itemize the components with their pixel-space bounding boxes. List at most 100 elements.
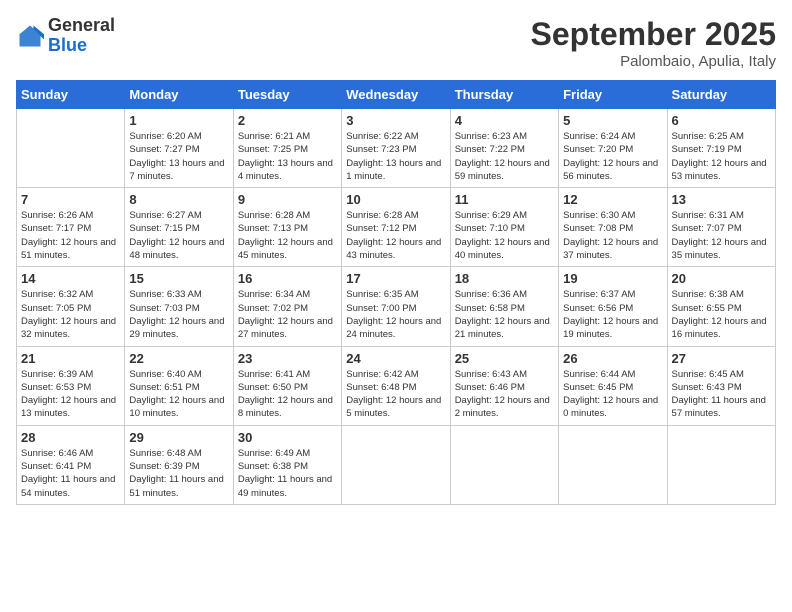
calendar-week-row: 21Sunrise: 6:39 AM Sunset: 6:53 PM Dayli… <box>17 346 776 425</box>
day-number: 25 <box>455 351 554 366</box>
day-info: Sunrise: 6:24 AM Sunset: 7:20 PM Dayligh… <box>563 130 662 183</box>
day-number: 4 <box>455 113 554 128</box>
calendar-cell <box>342 425 450 504</box>
calendar-cell: 29 Sunrise: 6:48 AM Sunset: 6:39 PM Dayli… <box>125 425 233 504</box>
calendar-cell: 11 Sunrise: 6:29 AM Sunset: 7:10 PM Dayli… <box>450 188 558 267</box>
day-info: Sunrise: 6:34 AM Sunset: 7:02 PM Dayligh… <box>238 288 337 341</box>
header: General Blue September 2025 Palombaio, A… <box>16 16 776 70</box>
calendar-cell: 15 Sunrise: 6:33 AM Sunset: 7:03 PM Dayli… <box>125 267 233 346</box>
location-subtitle: Palombaio, Apulia, Italy <box>531 53 776 70</box>
day-number: 19 <box>563 271 662 286</box>
page-container: General Blue September 2025 Palombaio, A… <box>0 0 792 513</box>
col-wednesday: Wednesday <box>342 81 450 109</box>
calendar-cell: 5 Sunrise: 6:24 AM Sunset: 7:20 PM Daylig… <box>559 109 667 188</box>
calendar-cell: 30 Sunrise: 6:49 AM Sunset: 6:38 PM Dayli… <box>233 425 341 504</box>
calendar-cell: 13Sunrise: 6:31 AM Sunset: 7:07 PM Dayli… <box>667 188 775 267</box>
day-info: Sunrise: 6:25 AM Sunset: 7:19 PM Dayligh… <box>672 130 771 183</box>
day-number: 7 <box>21 192 120 207</box>
day-info: Sunrise: 6:41 AM Sunset: 6:50 PM Dayligh… <box>238 368 337 421</box>
day-info: Sunrise: 6:23 AM Sunset: 7:22 PM Dayligh… <box>455 130 554 183</box>
day-info: Sunrise: 6:33 AM Sunset: 7:03 PM Dayligh… <box>129 288 228 341</box>
day-info: Sunrise: 6:29 AM Sunset: 7:10 PM Dayligh… <box>455 209 554 262</box>
day-info: Sunrise: 6:35 AM Sunset: 7:00 PM Dayligh… <box>346 288 445 341</box>
day-number: 8 <box>129 192 228 207</box>
calendar-header-row: Sunday Monday Tuesday Wednesday Thursday… <box>17 81 776 109</box>
calendar-cell: 21Sunrise: 6:39 AM Sunset: 6:53 PM Dayli… <box>17 346 125 425</box>
day-number: 18 <box>455 271 554 286</box>
calendar-cell: 17 Sunrise: 6:35 AM Sunset: 7:00 PM Dayli… <box>342 267 450 346</box>
calendar-table: Sunday Monday Tuesday Wednesday Thursday… <box>16 80 776 505</box>
calendar-cell <box>17 109 125 188</box>
calendar-cell: 8Sunrise: 6:27 AM Sunset: 7:15 PM Daylig… <box>125 188 233 267</box>
day-info: Sunrise: 6:45 AM Sunset: 6:43 PM Dayligh… <box>672 368 771 421</box>
day-info: Sunrise: 6:38 AM Sunset: 6:55 PM Dayligh… <box>672 288 771 341</box>
day-number: 12 <box>563 192 662 207</box>
calendar-cell: 28 Sunrise: 6:46 AM Sunset: 6:41 PM Dayli… <box>17 425 125 504</box>
day-number: 6 <box>672 113 771 128</box>
calendar-cell: 7Sunrise: 6:26 AM Sunset: 7:17 PM Daylig… <box>17 188 125 267</box>
day-info: Sunrise: 6:40 AM Sunset: 6:51 PM Dayligh… <box>129 368 228 421</box>
day-info: Sunrise: 6:43 AM Sunset: 6:46 PM Dayligh… <box>455 368 554 421</box>
day-number: 28 <box>21 430 120 445</box>
day-info: Sunrise: 6:42 AM Sunset: 6:48 PM Dayligh… <box>346 368 445 421</box>
day-number: 27 <box>672 351 771 366</box>
day-number: 15 <box>129 271 228 286</box>
calendar-cell: 22 Sunrise: 6:40 AM Sunset: 6:51 PM Dayli… <box>125 346 233 425</box>
day-info: Sunrise: 6:44 AM Sunset: 6:45 PM Dayligh… <box>563 368 662 421</box>
calendar-cell: 27 Sunrise: 6:45 AM Sunset: 6:43 PM Dayli… <box>667 346 775 425</box>
day-number: 3 <box>346 113 445 128</box>
day-info: Sunrise: 6:30 AM Sunset: 7:08 PM Dayligh… <box>563 209 662 262</box>
day-number: 17 <box>346 271 445 286</box>
col-sunday: Sunday <box>17 81 125 109</box>
day-number: 16 <box>238 271 337 286</box>
col-saturday: Saturday <box>667 81 775 109</box>
col-monday: Monday <box>125 81 233 109</box>
day-number: 20 <box>672 271 771 286</box>
col-thursday: Thursday <box>450 81 558 109</box>
day-number: 1 <box>129 113 228 128</box>
logo: General Blue <box>16 16 115 56</box>
calendar-cell: 6 Sunrise: 6:25 AM Sunset: 7:19 PM Daylig… <box>667 109 775 188</box>
day-info: Sunrise: 6:48 AM Sunset: 6:39 PM Dayligh… <box>129 447 228 500</box>
calendar-cell: 19Sunrise: 6:37 AM Sunset: 6:56 PM Dayli… <box>559 267 667 346</box>
calendar-cell: 20 Sunrise: 6:38 AM Sunset: 6:55 PM Dayli… <box>667 267 775 346</box>
calendar-cell: 1 Sunrise: 6:20 AM Sunset: 7:27 PM Daylig… <box>125 109 233 188</box>
day-number: 11 <box>455 192 554 207</box>
day-info: Sunrise: 6:36 AM Sunset: 6:58 PM Dayligh… <box>455 288 554 341</box>
day-number: 22 <box>129 351 228 366</box>
calendar-cell: 14Sunrise: 6:32 AM Sunset: 7:05 PM Dayli… <box>17 267 125 346</box>
calendar-cell: 4 Sunrise: 6:23 AM Sunset: 7:22 PM Daylig… <box>450 109 558 188</box>
calendar-cell: 2 Sunrise: 6:21 AM Sunset: 7:25 PM Daylig… <box>233 109 341 188</box>
calendar-cell: 24 Sunrise: 6:42 AM Sunset: 6:48 PM Dayli… <box>342 346 450 425</box>
day-info: Sunrise: 6:46 AM Sunset: 6:41 PM Dayligh… <box>21 447 120 500</box>
day-info: Sunrise: 6:20 AM Sunset: 7:27 PM Dayligh… <box>129 130 228 183</box>
month-title: September 2025 <box>531 16 776 53</box>
calendar-cell <box>559 425 667 504</box>
logo-blue: Blue <box>48 36 115 56</box>
logo-text: General Blue <box>48 16 115 56</box>
calendar-week-row: 28 Sunrise: 6:46 AM Sunset: 6:41 PM Dayli… <box>17 425 776 504</box>
day-info: Sunrise: 6:32 AM Sunset: 7:05 PM Dayligh… <box>21 288 120 341</box>
calendar-week-row: 7Sunrise: 6:26 AM Sunset: 7:17 PM Daylig… <box>17 188 776 267</box>
col-tuesday: Tuesday <box>233 81 341 109</box>
day-number: 30 <box>238 430 337 445</box>
calendar-cell: 25 Sunrise: 6:43 AM Sunset: 6:46 PM Dayli… <box>450 346 558 425</box>
day-number: 2 <box>238 113 337 128</box>
calendar-week-row: 14Sunrise: 6:32 AM Sunset: 7:05 PM Dayli… <box>17 267 776 346</box>
day-info: Sunrise: 6:21 AM Sunset: 7:25 PM Dayligh… <box>238 130 337 183</box>
day-number: 23 <box>238 351 337 366</box>
day-info: Sunrise: 6:28 AM Sunset: 7:13 PM Dayligh… <box>238 209 337 262</box>
calendar-week-row: 1 Sunrise: 6:20 AM Sunset: 7:27 PM Daylig… <box>17 109 776 188</box>
day-info: Sunrise: 6:22 AM Sunset: 7:23 PM Dayligh… <box>346 130 445 183</box>
calendar-cell <box>450 425 558 504</box>
day-number: 21 <box>21 351 120 366</box>
logo-icon <box>16 22 44 50</box>
day-number: 24 <box>346 351 445 366</box>
day-number: 29 <box>129 430 228 445</box>
day-number: 5 <box>563 113 662 128</box>
day-info: Sunrise: 6:49 AM Sunset: 6:38 PM Dayligh… <box>238 447 337 500</box>
logo-general: General <box>48 16 115 36</box>
calendar-cell: 18 Sunrise: 6:36 AM Sunset: 6:58 PM Dayli… <box>450 267 558 346</box>
day-info: Sunrise: 6:28 AM Sunset: 7:12 PM Dayligh… <box>346 209 445 262</box>
day-number: 9 <box>238 192 337 207</box>
